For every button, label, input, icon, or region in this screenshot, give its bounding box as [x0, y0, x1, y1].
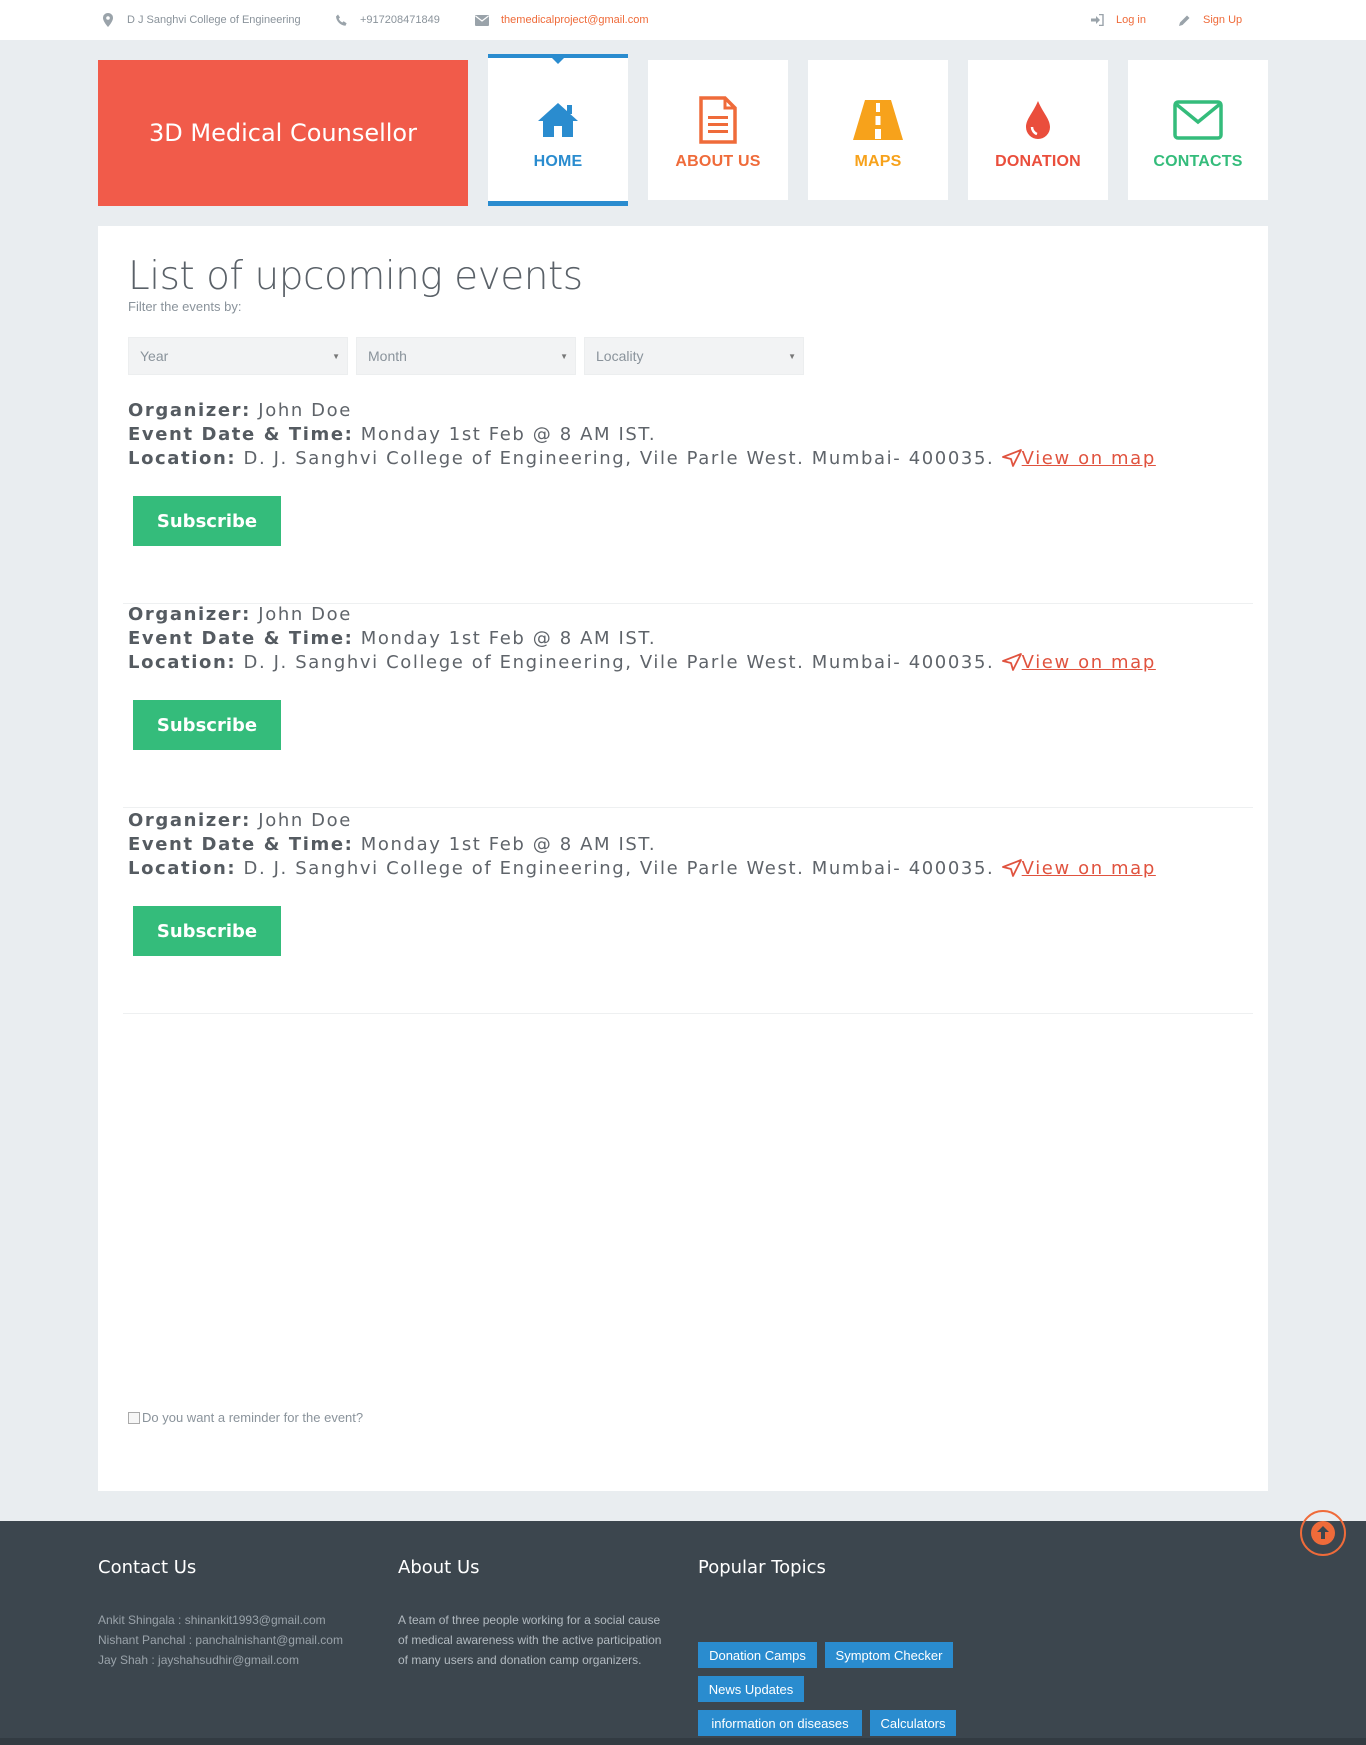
- view-on-map-link[interactable]: View on map: [1022, 858, 1156, 879]
- arrow-up-icon: [1311, 1521, 1335, 1545]
- event-location: Location: D. J. Sanghvi College of Engin…: [128, 858, 1156, 879]
- subscribe-button[interactable]: Subscribe: [133, 496, 281, 546]
- event-location: Location: D. J. Sanghvi College of Engin…: [128, 448, 1156, 469]
- caret-down-icon: ▼: [788, 352, 796, 361]
- caret-down-icon: ▼: [560, 352, 568, 361]
- location-arrow-icon: [1001, 448, 1022, 469]
- reminder-label: Do you want a reminder for the event?: [142, 1410, 364, 1425]
- contact-line: Nishant Panchal : panchalnishant@gmail.c…: [98, 1633, 343, 1647]
- brand-logo[interactable]: 3D Medical Counsellor: [98, 60, 468, 206]
- event-datetime: Event Date & Time: Monday 1st Feb @ 8 AM…: [128, 424, 657, 445]
- contact-line: Ankit Shingala : shinankit1993@gmail.com: [98, 1613, 326, 1627]
- filter-caption: Filter the events by:: [128, 299, 242, 314]
- nav-donation[interactable]: DONATION: [968, 60, 1108, 200]
- event-card: Organizer: John Doe Event Date & Time: M…: [123, 400, 1253, 604]
- signup-item[interactable]: Sign Up: [1174, 12, 1242, 28]
- event-datetime: Event Date & Time: Monday 1st Feb @ 8 AM…: [128, 628, 657, 649]
- event-organizer: Organizer: John Doe: [128, 810, 352, 831]
- nav-donation-label: DONATION: [995, 153, 1081, 170]
- nav-home-label: HOME: [533, 153, 583, 170]
- pencil-icon: [1174, 12, 1194, 28]
- scroll-to-top-button[interactable]: [1300, 1510, 1346, 1556]
- footer: Contact Us Ankit Shingala : shinankit199…: [0, 1521, 1366, 1745]
- login-item[interactable]: Log in: [1087, 12, 1146, 28]
- nav-about-label: ABOUT US: [675, 153, 761, 170]
- location-arrow-icon: [1001, 858, 1022, 879]
- login-link[interactable]: Log in: [1116, 14, 1146, 26]
- year-select[interactable]: Year ▼: [128, 337, 348, 375]
- view-on-map-link[interactable]: View on map: [1022, 448, 1156, 469]
- signup-link[interactable]: Sign Up: [1203, 14, 1242, 26]
- envelope-icon: [472, 12, 492, 28]
- view-on-map-link[interactable]: View on map: [1022, 652, 1156, 673]
- month-select-value: Month: [368, 348, 407, 364]
- tag-information-on-diseases[interactable]: information on diseases: [698, 1710, 862, 1736]
- nav-maps-label: MAPS: [854, 153, 902, 170]
- footer-contact-title: Contact Us: [98, 1557, 197, 1578]
- event-card: Organizer: John Doe Event Date & Time: M…: [123, 810, 1253, 1014]
- footer-topics-title: Popular Topics: [698, 1557, 826, 1578]
- nav-about-us[interactable]: ABOUT US: [648, 60, 788, 200]
- footer-about-text: A team of three people working for a soc…: [398, 1613, 662, 1667]
- event-location: Location: D. J. Sanghvi College of Engin…: [128, 652, 1156, 673]
- road-icon: [853, 96, 903, 144]
- footer-about: About Us A team of three people working …: [398, 1557, 663, 1670]
- event-datetime: Event Date & Time: Monday 1st Feb @ 8 AM…: [128, 834, 657, 855]
- address-text: D J Sanghvi College of Engineering: [127, 14, 301, 26]
- location-arrow-icon: [1001, 652, 1022, 673]
- document-icon: [698, 96, 738, 144]
- map-marker-icon: [98, 12, 118, 28]
- phone-icon: [331, 12, 351, 28]
- blood-drop-icon: [1023, 96, 1053, 144]
- events-panel: List of upcoming events Filter the event…: [98, 226, 1268, 1491]
- nav-maps[interactable]: MAPS: [808, 60, 948, 200]
- tag-symptom-checker[interactable]: Symptom Checker: [825, 1642, 953, 1668]
- sign-in-icon: [1087, 12, 1107, 28]
- top-bar: D J Sanghvi College of Engineering +9172…: [0, 0, 1366, 40]
- footer-topics: Popular Topics Donation Camps Symptom Ch…: [698, 1557, 956, 1736]
- page-title: List of upcoming events: [128, 254, 583, 299]
- nav-home[interactable]: HOME: [488, 54, 628, 206]
- locality-select[interactable]: Locality ▼: [584, 337, 804, 375]
- tag-donation-camps[interactable]: Donation Camps: [698, 1642, 817, 1668]
- nav-contacts-label: CONTACTS: [1153, 153, 1243, 170]
- tag-news-updates[interactable]: News Updates: [698, 1676, 804, 1702]
- reminder-checkbox[interactable]: [128, 1411, 140, 1424]
- event-organizer: Organizer: John Doe: [128, 604, 352, 625]
- event-card: Organizer: John Doe Event Date & Time: M…: [123, 604, 1253, 808]
- footer-bottom-strip: [0, 1738, 1366, 1745]
- footer-about-title: About Us: [398, 1557, 480, 1578]
- email-link[interactable]: themedicalproject@gmail.com: [501, 14, 649, 26]
- contact-line: Jay Shah : jayshahsudhir@gmail.com: [98, 1653, 299, 1667]
- nav-contacts[interactable]: CONTACTS: [1128, 60, 1268, 200]
- subscribe-button[interactable]: Subscribe: [133, 906, 281, 956]
- month-select[interactable]: Month ▼: [356, 337, 576, 375]
- year-select-value: Year: [140, 348, 169, 364]
- tag-calculators[interactable]: Calculators: [870, 1710, 956, 1736]
- subscribe-button[interactable]: Subscribe: [133, 700, 281, 750]
- footer-contact: Contact Us Ankit Shingala : shinankit199…: [98, 1557, 343, 1670]
- event-organizer: Organizer: John Doe: [128, 400, 352, 421]
- home-icon: [536, 96, 580, 144]
- phone-item: +917208471849: [331, 12, 440, 28]
- reminder-option[interactable]: Do you want a reminder for the event?: [128, 1410, 363, 1425]
- phone-text: +917208471849: [360, 14, 440, 26]
- envelope-icon: [1173, 96, 1223, 144]
- caret-down-icon: ▼: [332, 352, 340, 361]
- email-item[interactable]: themedicalproject@gmail.com: [472, 12, 649, 28]
- locality-select-value: Locality: [596, 348, 644, 364]
- address-item: D J Sanghvi College of Engineering: [98, 12, 301, 28]
